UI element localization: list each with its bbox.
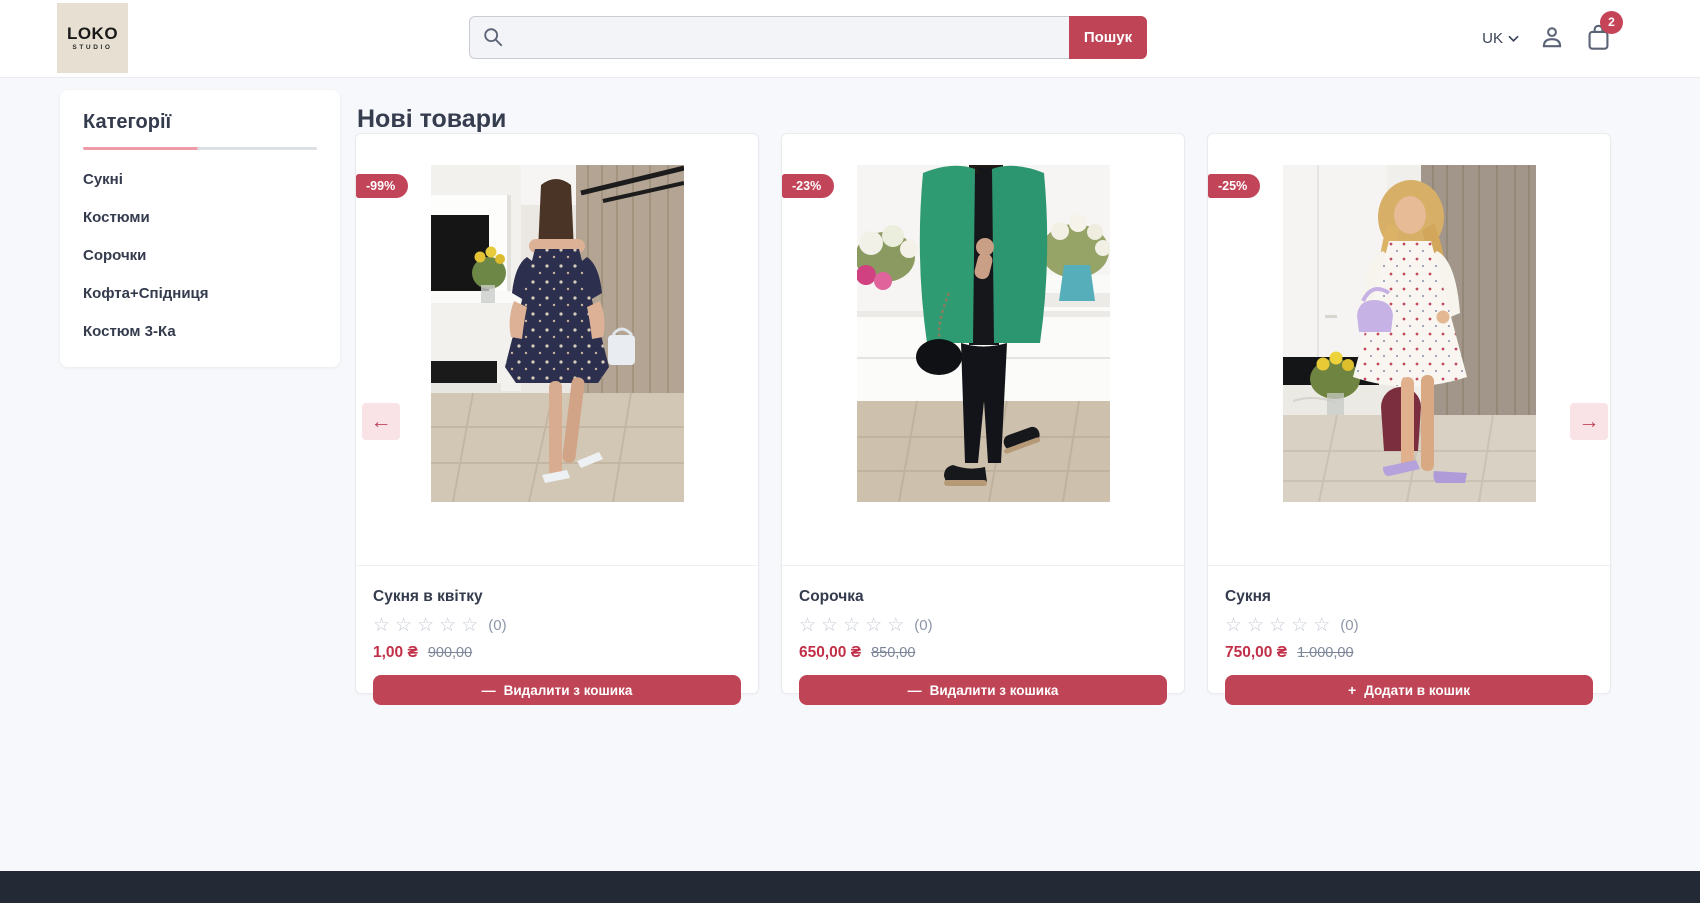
star-icon: ☆ — [843, 616, 860, 635]
star-icon: ☆ — [799, 616, 816, 635]
star-icon: ☆ — [865, 616, 882, 635]
rating: ☆ ☆ ☆ ☆ ☆ (0) — [799, 616, 1167, 635]
product-photo-illustration — [857, 165, 1110, 502]
search-button[interactable]: Пошук — [1069, 16, 1147, 59]
rating-count: (0) — [914, 617, 932, 634]
sidebar-item-sukni[interactable]: Сукні — [83, 171, 317, 188]
price: 750,00 ₴ — [1225, 644, 1287, 662]
page-title: Нові товари — [357, 105, 506, 134]
old-price: 1.000,00 — [1297, 645, 1353, 661]
product-image[interactable] — [857, 165, 1110, 502]
rating-count: (0) — [1340, 617, 1358, 634]
cart-button-label: Видалити з кошика — [930, 683, 1059, 698]
discount-badge: -99% — [356, 174, 408, 198]
discount-badge: -25% — [1208, 174, 1260, 198]
price: 650,00 ₴ — [799, 644, 861, 662]
cart-button-label: Видалити з кошика — [504, 683, 633, 698]
sidebar-item-kofta-spidnytsya[interactable]: Кофта+Спідниця — [83, 285, 317, 302]
plus-icon: + — [1348, 683, 1356, 697]
product-name[interactable]: Сукня — [1225, 588, 1593, 606]
price-row: 1,00 ₴ 900,00 — [373, 644, 741, 662]
product-media: -23% — [782, 165, 1184, 566]
arrow-right-icon: → — [1579, 410, 1600, 434]
star-icon: ☆ — [439, 616, 456, 635]
minus-icon: — — [482, 683, 496, 697]
carousel-next-button[interactable]: → — [1570, 403, 1608, 440]
cart-button-label: Додати в кошик — [1364, 683, 1470, 698]
remove-from-cart-button[interactable]: — Видалити з кошика — [799, 675, 1167, 705]
product-image[interactable] — [431, 165, 684, 502]
star-icon: ☆ — [1313, 616, 1330, 635]
sidebar-item-kostyumy[interactable]: Костюми — [83, 209, 317, 226]
product-media: -99% — [356, 165, 758, 566]
add-to-cart-button[interactable]: + Додати в кошик — [1225, 675, 1593, 705]
discount-badge: -23% — [782, 174, 834, 198]
cart-count-badge[interactable]: 2 — [1600, 11, 1623, 34]
arrow-left-icon: ← — [371, 410, 392, 434]
price-row: 750,00 ₴ 1.000,00 — [1225, 644, 1593, 662]
star-icon: ☆ — [1225, 616, 1242, 635]
search-input[interactable] — [469, 16, 1069, 59]
minus-icon: — — [908, 683, 922, 697]
price-row: 650,00 ₴ 850,00 — [799, 644, 1167, 662]
language-label: UK — [1482, 30, 1503, 47]
sidebar-item-kostyum-3ka[interactable]: Костюм 3-Ка — [83, 323, 317, 340]
rating: ☆ ☆ ☆ ☆ ☆ (0) — [373, 616, 741, 635]
star-icon: ☆ — [1291, 616, 1308, 635]
old-price: 850,00 — [871, 645, 915, 661]
cart: 2 — [1585, 23, 1612, 55]
product-info: Сукня в квітку ☆ ☆ ☆ ☆ ☆ (0) 1,00 ₴ 900,… — [356, 566, 758, 705]
sidebar-underline — [83, 147, 317, 150]
user-icon — [1539, 24, 1565, 53]
sidebar-item-sorochky[interactable]: Сорочки — [83, 247, 317, 264]
logo[interactable]: LOKO STUDIO — [57, 3, 128, 73]
star-icon: ☆ — [1247, 616, 1264, 635]
star-icon: ☆ — [821, 616, 838, 635]
product-photo-illustration — [431, 165, 684, 502]
product-photo-illustration — [1283, 165, 1536, 502]
footer — [0, 871, 1700, 903]
product-info: Сукня ☆ ☆ ☆ ☆ ☆ (0) 750,00 ₴ 1.000,00 + … — [1208, 566, 1610, 705]
star-icon: ☆ — [395, 616, 412, 635]
product-name[interactable]: Сорочка — [799, 588, 1167, 606]
logo-text: LOKO — [67, 25, 118, 42]
language-selector[interactable]: UK — [1482, 30, 1519, 47]
rating: ☆ ☆ ☆ ☆ ☆ (0) — [1225, 616, 1593, 635]
product-media: -25% — [1208, 165, 1610, 566]
product-card: -23% — [781, 133, 1185, 694]
account-button[interactable] — [1539, 24, 1565, 53]
product-card: -25% — [1207, 133, 1611, 694]
star-icon: ☆ — [417, 616, 434, 635]
star-icon: ☆ — [1269, 616, 1286, 635]
categories-sidebar: Категорії Сукні Костюми Сорочки Кофта+Сп… — [60, 90, 340, 367]
search-bar: Пошук — [469, 16, 1147, 59]
star-icon: ☆ — [461, 616, 478, 635]
product-grid: -99% — [355, 133, 1611, 694]
header: LOKO STUDIO Пошук UK — [0, 0, 1700, 78]
price: 1,00 ₴ — [373, 644, 418, 662]
product-card: -99% — [355, 133, 759, 694]
logo-subtext: STUDIO — [72, 45, 112, 52]
rating-count: (0) — [488, 617, 506, 634]
star-icon: ☆ — [373, 616, 390, 635]
sidebar-title: Категорії — [83, 111, 317, 134]
product-info: Сорочка ☆ ☆ ☆ ☆ ☆ (0) 650,00 ₴ 850,00 — … — [782, 566, 1184, 705]
remove-from-cart-button[interactable]: — Видалити з кошика — [373, 675, 741, 705]
page: LOKO STUDIO Пошук UK — [0, 0, 1700, 903]
star-icon: ☆ — [887, 616, 904, 635]
product-name[interactable]: Сукня в квітку — [373, 588, 741, 606]
chevron-down-icon — [1508, 30, 1519, 47]
header-actions: UK — [1482, 0, 1612, 77]
old-price: 900,00 — [428, 645, 472, 661]
product-image[interactable] — [1283, 165, 1536, 502]
carousel-prev-button[interactable]: ← — [362, 403, 400, 440]
